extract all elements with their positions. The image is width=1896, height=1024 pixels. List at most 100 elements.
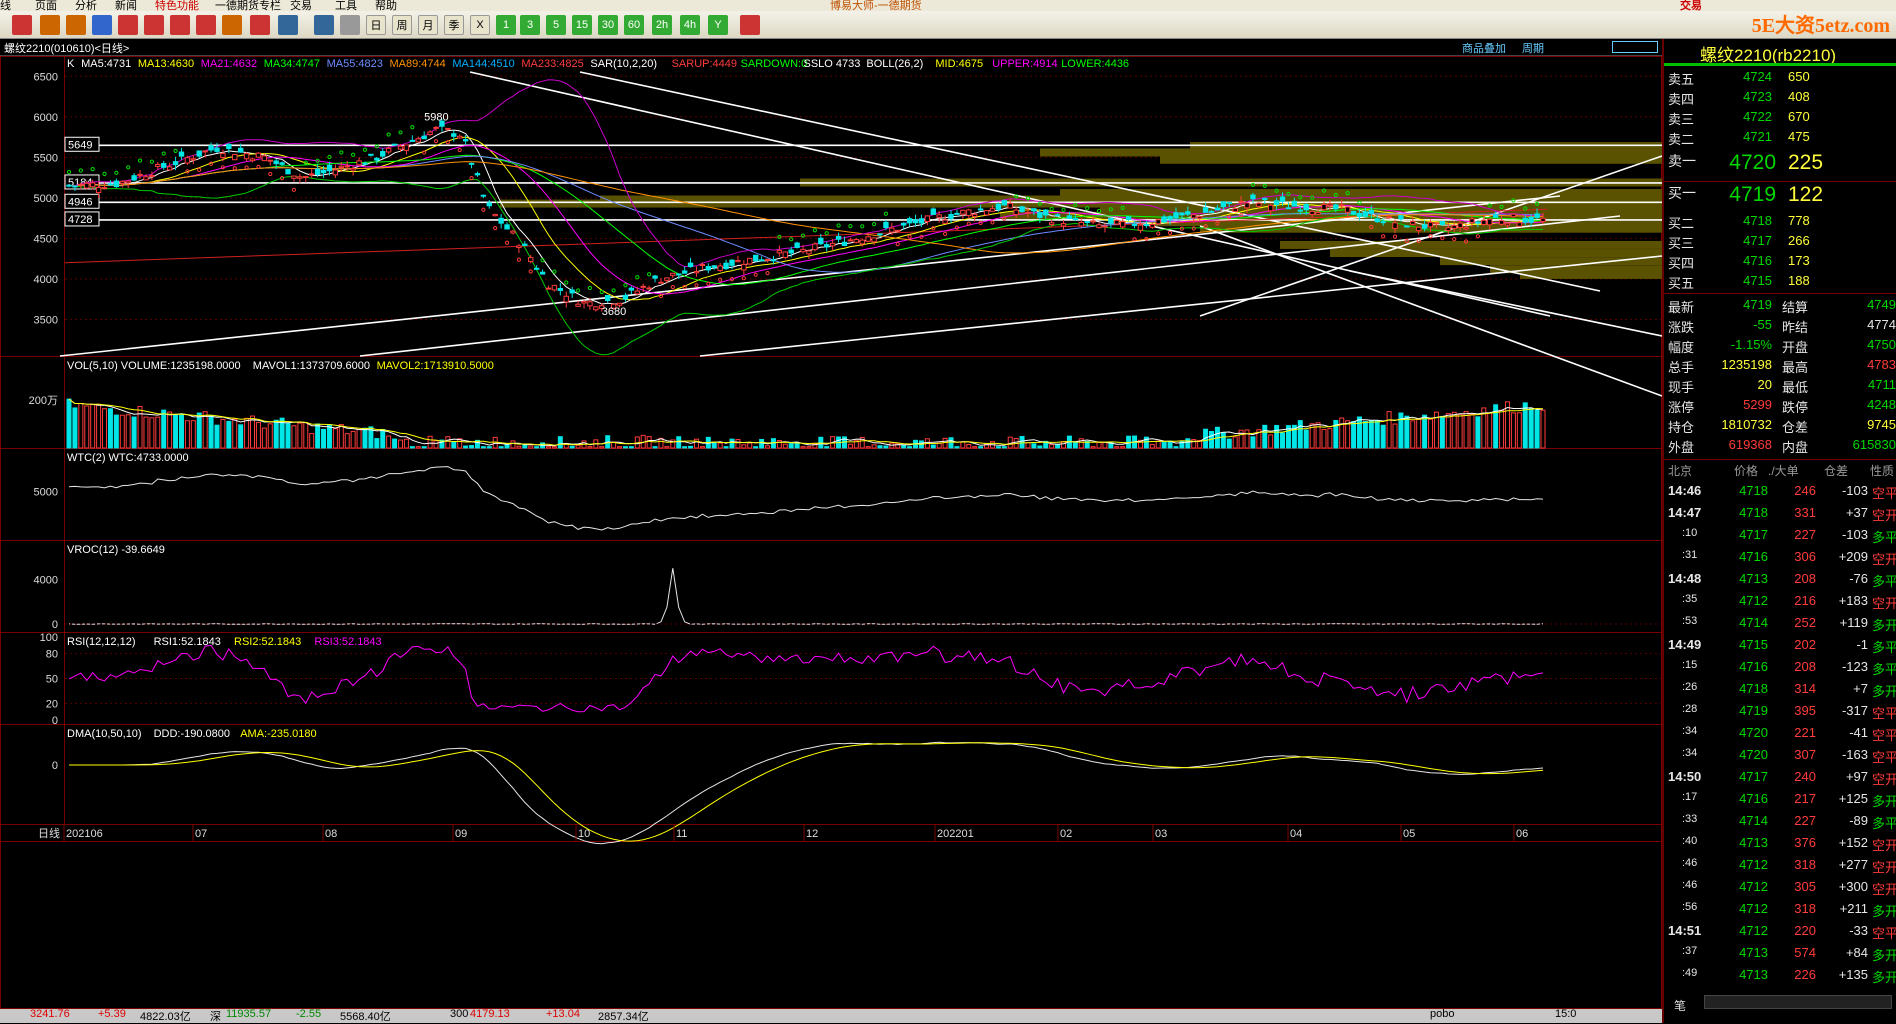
- x-icon[interactable]: X: [470, 15, 490, 35]
- week-icon[interactable]: 周: [392, 15, 412, 35]
- sar-dot: [860, 224, 865, 229]
- search-icon[interactable]: [170, 15, 190, 35]
- tick-scrollbar[interactable]: [1704, 995, 1892, 1009]
- sar-dot: [800, 233, 806, 238]
- quote-row: :40 4713 376 +152 空开: [1664, 835, 1896, 857]
- filter-icon[interactable]: [250, 15, 270, 35]
- tick-oi-change: +37: [1845, 505, 1868, 520]
- volume-bar: [261, 427, 267, 449]
- volume-bar: [90, 404, 96, 449]
- draw-pencil-icon[interactable]: [196, 15, 216, 35]
- candle-body: [735, 260, 741, 263]
- candle-body: [1125, 216, 1132, 221]
- candle-body: [1451, 224, 1457, 229]
- rsi-legend-item: RSI2:52.1843: [234, 636, 301, 648]
- cycle-button[interactable]: 周期: [1522, 40, 1544, 56]
- menu-item-4[interactable]: 特色功能: [155, 0, 199, 11]
- candle-body: [966, 209, 972, 217]
- sar-dot: [457, 147, 462, 153]
- calculator-icon[interactable]: [740, 15, 760, 35]
- indicator-legend-item: MA233:4825: [521, 58, 583, 70]
- menu-item-1[interactable]: 页面: [35, 0, 57, 11]
- candle-body: [806, 250, 812, 255]
- volume-bar: [1250, 436, 1256, 449]
- candle-body: [699, 264, 706, 267]
- ask-volume: 475: [1788, 129, 1810, 144]
- menu-item-7[interactable]: 工具: [335, 0, 357, 11]
- sar-dot: [623, 283, 628, 288]
- day-icon[interactable]: 日: [366, 15, 386, 35]
- forward-icon[interactable]: [66, 15, 86, 35]
- indicator-legend-item: MA55:4823: [327, 58, 383, 70]
- 1min-icon[interactable]: 1: [496, 15, 516, 35]
- bid-volume: 173: [1788, 253, 1810, 268]
- ticks-separator: [1664, 459, 1896, 460]
- tick-tab[interactable]: 笔: [1674, 997, 1686, 1014]
- 4h-icon[interactable]: 4h: [680, 15, 700, 35]
- refresh-icon[interactable]: [92, 15, 112, 35]
- zoom-out-icon[interactable]: [144, 15, 164, 35]
- volume-bar: [516, 445, 522, 449]
- home-icon[interactable]: [12, 15, 32, 35]
- bid-volume: 266: [1788, 233, 1810, 248]
- candle-body: [782, 251, 788, 259]
- sar-dot: [907, 234, 912, 239]
- volume-bar: [1422, 414, 1428, 449]
- grid-table-icon[interactable]: [314, 15, 334, 35]
- candle-body: [847, 239, 854, 242]
- kline-chart-area[interactable]: 6500600055005000450040003500564951844946…: [0, 56, 1662, 1009]
- quote-row: 买二 4718 778: [1664, 213, 1896, 233]
- back-icon[interactable]: [40, 15, 60, 35]
- tick-nature: 多平: [1872, 530, 1896, 545]
- candle-body: [835, 235, 842, 240]
- quote-row: :56 4712 318 +211 多开: [1664, 901, 1896, 923]
- tick-icon[interactable]: [340, 15, 360, 35]
- overlay-button[interactable]: 商品叠加: [1462, 40, 1506, 56]
- candle-body: [1060, 223, 1067, 227]
- volume-bar: [486, 446, 492, 449]
- menu-item-8[interactable]: 帮助: [375, 0, 397, 11]
- list-icon[interactable]: [278, 15, 298, 35]
- candle-body: [604, 294, 611, 302]
- 5min-icon[interactable]: 5: [546, 15, 566, 35]
- 3min-icon[interactable]: 3: [520, 15, 540, 35]
- sar-dot: [1475, 234, 1480, 239]
- quarter-icon[interactable]: 季: [444, 15, 464, 35]
- menu-item-2[interactable]: 分析: [75, 0, 97, 11]
- sar-dot: [528, 269, 533, 274]
- stat-label: 跌停: [1782, 400, 1809, 415]
- 2h-icon[interactable]: 2h: [652, 15, 672, 35]
- volume-bar: [1297, 420, 1303, 449]
- menu-item-3[interactable]: 新闻: [115, 0, 137, 11]
- tick-volume: 331: [1794, 505, 1816, 520]
- candle-body: [646, 287, 652, 290]
- 15min-icon[interactable]: 15: [572, 15, 592, 35]
- candle-body: [533, 267, 540, 270]
- menu-item-6[interactable]: 交易: [290, 0, 312, 11]
- candle-body: [1191, 214, 1197, 219]
- candle-body: [587, 301, 593, 307]
- trade-button[interactable]: 交易: [1680, 0, 1702, 11]
- menu-item-0[interactable]: 线: [0, 0, 11, 11]
- tick-oi-change: -76: [1849, 571, 1868, 586]
- year-icon[interactable]: Y: [708, 15, 728, 35]
- zoom-in-icon[interactable]: [118, 15, 138, 35]
- 30min-icon[interactable]: 30: [598, 15, 618, 35]
- bid-volume: 778: [1788, 213, 1810, 228]
- sar-dot: [1167, 230, 1173, 236]
- tick-nature: 多开: [1872, 684, 1896, 699]
- candle-body: [752, 254, 759, 262]
- volume-bar: [326, 424, 332, 449]
- candle-body: [747, 257, 753, 265]
- month-icon[interactable]: 月: [418, 15, 438, 35]
- quote-row: :33 4714 227 -89 多平: [1664, 813, 1896, 835]
- volume-bar: [403, 438, 409, 449]
- menu-item-5[interactable]: 一德期货专栏: [215, 0, 281, 11]
- indicator-icon[interactable]: [222, 15, 242, 35]
- volume-bar: [1445, 413, 1451, 449]
- candle-body: [492, 213, 498, 217]
- date-axis-label: 10: [578, 828, 590, 840]
- window-controls-icon[interactable]: [1612, 41, 1658, 53]
- volume-bar: [350, 430, 356, 449]
- 60min-icon[interactable]: 60: [624, 15, 644, 35]
